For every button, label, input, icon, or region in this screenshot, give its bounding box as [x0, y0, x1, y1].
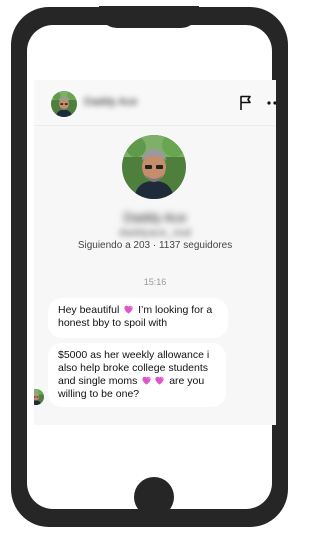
message-bubble[interactable]: $5000 as her weekly allowance i also hel…	[48, 343, 226, 407]
profile-username: daddyace_real	[118, 227, 192, 239]
flag-icon[interactable]	[237, 94, 255, 112]
sender-avatar[interactable]	[34, 389, 44, 405]
home-button[interactable]	[134, 477, 174, 517]
header-avatar[interactable]	[51, 91, 77, 117]
follow-stats: Siguiendo a 203 · 1137 seguidores	[77, 240, 233, 251]
message-text: Hey beautiful	[58, 304, 123, 316]
heart-icon	[141, 375, 152, 385]
profile-name: Daddy Ace	[123, 210, 187, 225]
phone-notch	[99, 6, 199, 28]
heart-icon	[123, 304, 134, 314]
profile-avatar[interactable]	[122, 135, 186, 199]
header-username[interactable]: Daddy Ace	[84, 96, 137, 108]
heart-icon	[154, 375, 165, 385]
message-timestamp: 15:16	[143, 277, 167, 287]
message-bubble[interactable]: Hey beautiful I’m looking for a honest b…	[48, 298, 228, 338]
more-icon[interactable]	[265, 94, 276, 112]
chat-screen: Daddy Ace Daddy Ace daddyace_real Siguie…	[34, 80, 276, 425]
chat-header: Daddy Ace	[34, 80, 276, 126]
